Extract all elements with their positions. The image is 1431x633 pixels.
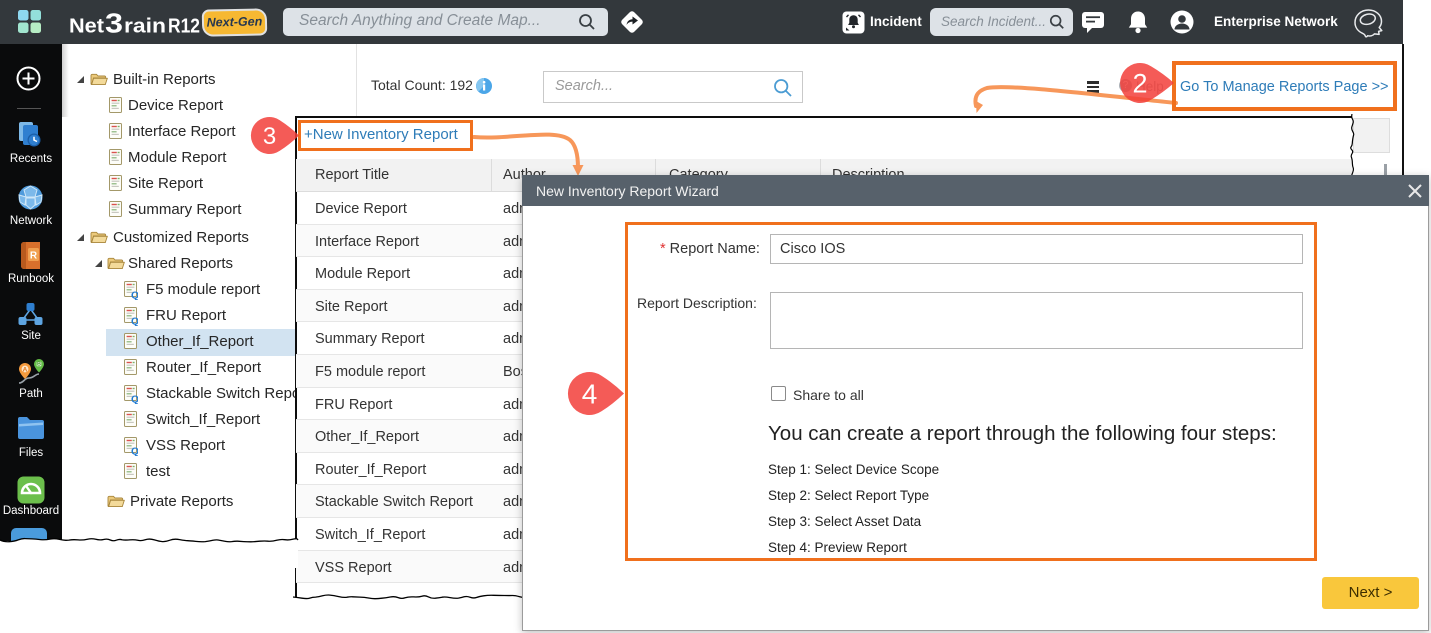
svg-text:B: B — [37, 362, 41, 368]
svg-text:rain: rain — [124, 16, 166, 38]
svg-text:3: 3 — [262, 123, 275, 150]
svg-text:2: 2 — [1132, 69, 1147, 99]
svg-text:R: R — [30, 251, 38, 262]
svg-text:A: A — [23, 367, 28, 374]
svg-text:R12: R12 — [168, 15, 200, 38]
svg-text:3: 3 — [105, 8, 123, 38]
svg-text:Net: Net — [69, 16, 104, 38]
svg-text:4: 4 — [581, 378, 597, 409]
